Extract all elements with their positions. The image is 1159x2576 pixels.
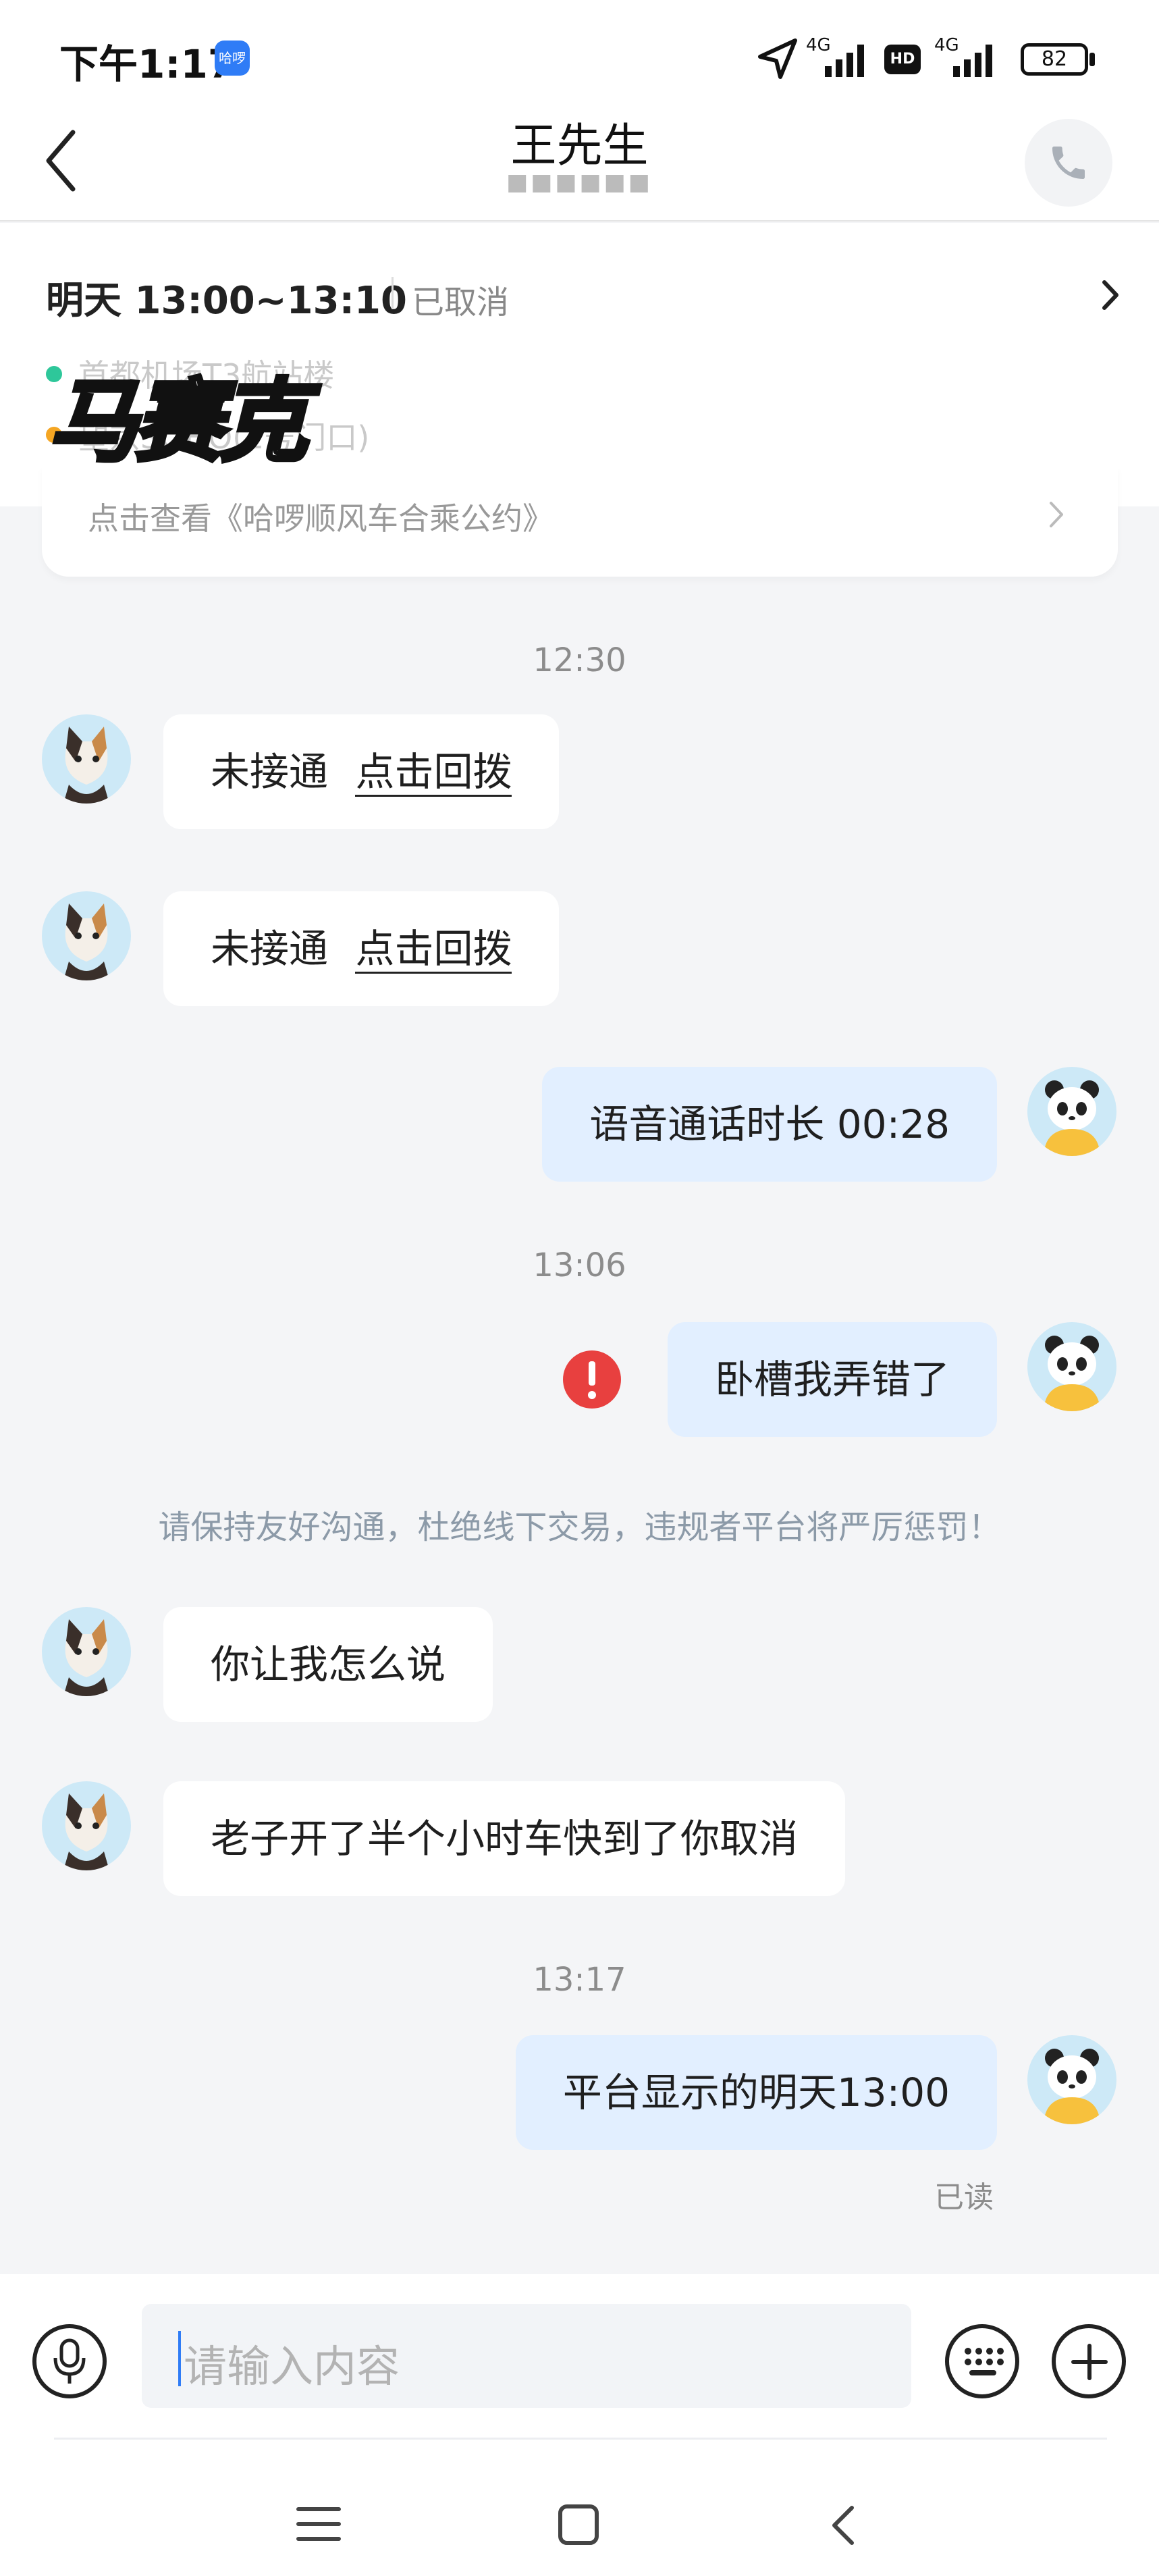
message-bubble-incoming[interactable]: 老子开了半个小时车快到了你取消 xyxy=(163,1781,846,1896)
message-bubble-outgoing[interactable]: 语音通话时长 00:28 xyxy=(542,1067,997,1182)
error-icon[interactable] xyxy=(562,1349,622,1410)
timestamp: 12:30 xyxy=(533,641,626,679)
home-icon[interactable] xyxy=(556,2502,601,2547)
page-subtitle: ■■■■■■ xyxy=(506,169,653,196)
avatar-panda[interactable] xyxy=(1027,2035,1116,2124)
page-title: 王先生 xyxy=(510,120,649,173)
chevron-right-icon xyxy=(1050,502,1063,527)
phone-icon xyxy=(1052,147,1085,179)
avatar-cat[interactable] xyxy=(42,1607,131,1696)
avatar-cat[interactable] xyxy=(42,714,131,804)
add-button[interactable] xyxy=(1052,2324,1126,2398)
avatar-panda[interactable] xyxy=(1027,1067,1116,1156)
panda-avatar-icon xyxy=(1044,1080,1100,1156)
divider xyxy=(54,2438,1107,2440)
cat-avatar-icon xyxy=(63,1793,109,1870)
location-arrow-icon xyxy=(758,38,797,79)
agreement-link[interactable]: 点击查看《哈啰顺风车合乘公约》 xyxy=(42,466,1118,577)
message-bubble-incoming[interactable]: 未接通 点击回拨 xyxy=(163,714,560,829)
panda-avatar-icon xyxy=(1044,2049,1100,2124)
timestamp: 13:17 xyxy=(533,1961,626,1999)
read-status: 已读 xyxy=(934,2180,994,2215)
chevron-right-icon[interactable] xyxy=(1100,278,1121,312)
message-text: 未接通 xyxy=(211,926,329,972)
microphone-icon xyxy=(53,2338,86,2384)
app-badge-icon: 哈啰 xyxy=(215,41,250,76)
divider xyxy=(392,277,394,309)
nav-bar: 王先生 ■■■■■■ xyxy=(0,101,1159,221)
plus-icon xyxy=(1071,2344,1108,2380)
voice-button[interactable] xyxy=(32,2324,107,2398)
callback-link[interactable]: 点击回拨 xyxy=(355,926,512,974)
battery-level: 82 xyxy=(1041,47,1068,71)
trip-card[interactable]: 明天 13:00~13:10 已取消 首都机场T3航站楼 望京SOHO(2号门口… xyxy=(0,223,1159,506)
back-icon[interactable] xyxy=(828,2504,857,2547)
agreement-text: 点击查看《哈啰顺风车合乘公约》 xyxy=(88,500,554,537)
battery-tip xyxy=(1089,53,1095,66)
avatar-panda[interactable] xyxy=(1027,1322,1116,1411)
mosaic-watermark: 马赛克 xyxy=(47,368,310,476)
cat-avatar-icon xyxy=(63,727,109,804)
avatar-cat[interactable] xyxy=(42,1781,131,1870)
status-time: 下午1:17 xyxy=(59,41,236,87)
trip-status: 已取消 xyxy=(412,284,510,321)
signal-icon xyxy=(825,45,864,77)
battery-icon: 82 xyxy=(1021,43,1088,76)
message-bubble-outgoing[interactable]: 卧槽我弄错了 xyxy=(667,1322,997,1437)
input-bar: 请输入内容 xyxy=(0,2274,1159,2576)
avatar-cat[interactable] xyxy=(42,891,131,980)
panda-avatar-icon xyxy=(1044,1336,1100,1411)
hd-icon: HD xyxy=(884,45,921,74)
message-input[interactable]: 请输入内容 xyxy=(142,2304,911,2408)
message-bubble-outgoing[interactable]: 平台显示的明天13:00 xyxy=(515,2035,997,2150)
callback-link[interactable]: 点击回拨 xyxy=(355,749,512,797)
call-button[interactable] xyxy=(1025,119,1112,207)
text-cursor xyxy=(178,2331,181,2386)
trip-time: 明天 13:00~13:10 xyxy=(46,279,407,323)
keyboard-button[interactable] xyxy=(945,2324,1019,2398)
input-placeholder: 请输入内容 xyxy=(184,2342,400,2392)
message-text: 未接通 xyxy=(211,749,329,795)
message-bubble-incoming[interactable]: 你让我怎么说 xyxy=(163,1607,493,1722)
menu-icon[interactable] xyxy=(294,2504,343,2544)
safety-notice: 请保持友好沟通，杜绝线下交易，违规者平台将严厉惩罚！ xyxy=(158,1508,1001,1546)
signal-icon-2 xyxy=(953,45,992,77)
message-bubble-incoming[interactable]: 未接通 点击回拨 xyxy=(163,891,560,1006)
cat-avatar-icon xyxy=(63,903,109,980)
status-bar: 下午1:17 哈啰 4G HD 4G 82 xyxy=(0,0,1159,101)
cat-avatar-icon xyxy=(63,1619,109,1696)
keyboard-icon xyxy=(965,2348,1004,2375)
timestamp: 13:06 xyxy=(533,1246,626,1284)
